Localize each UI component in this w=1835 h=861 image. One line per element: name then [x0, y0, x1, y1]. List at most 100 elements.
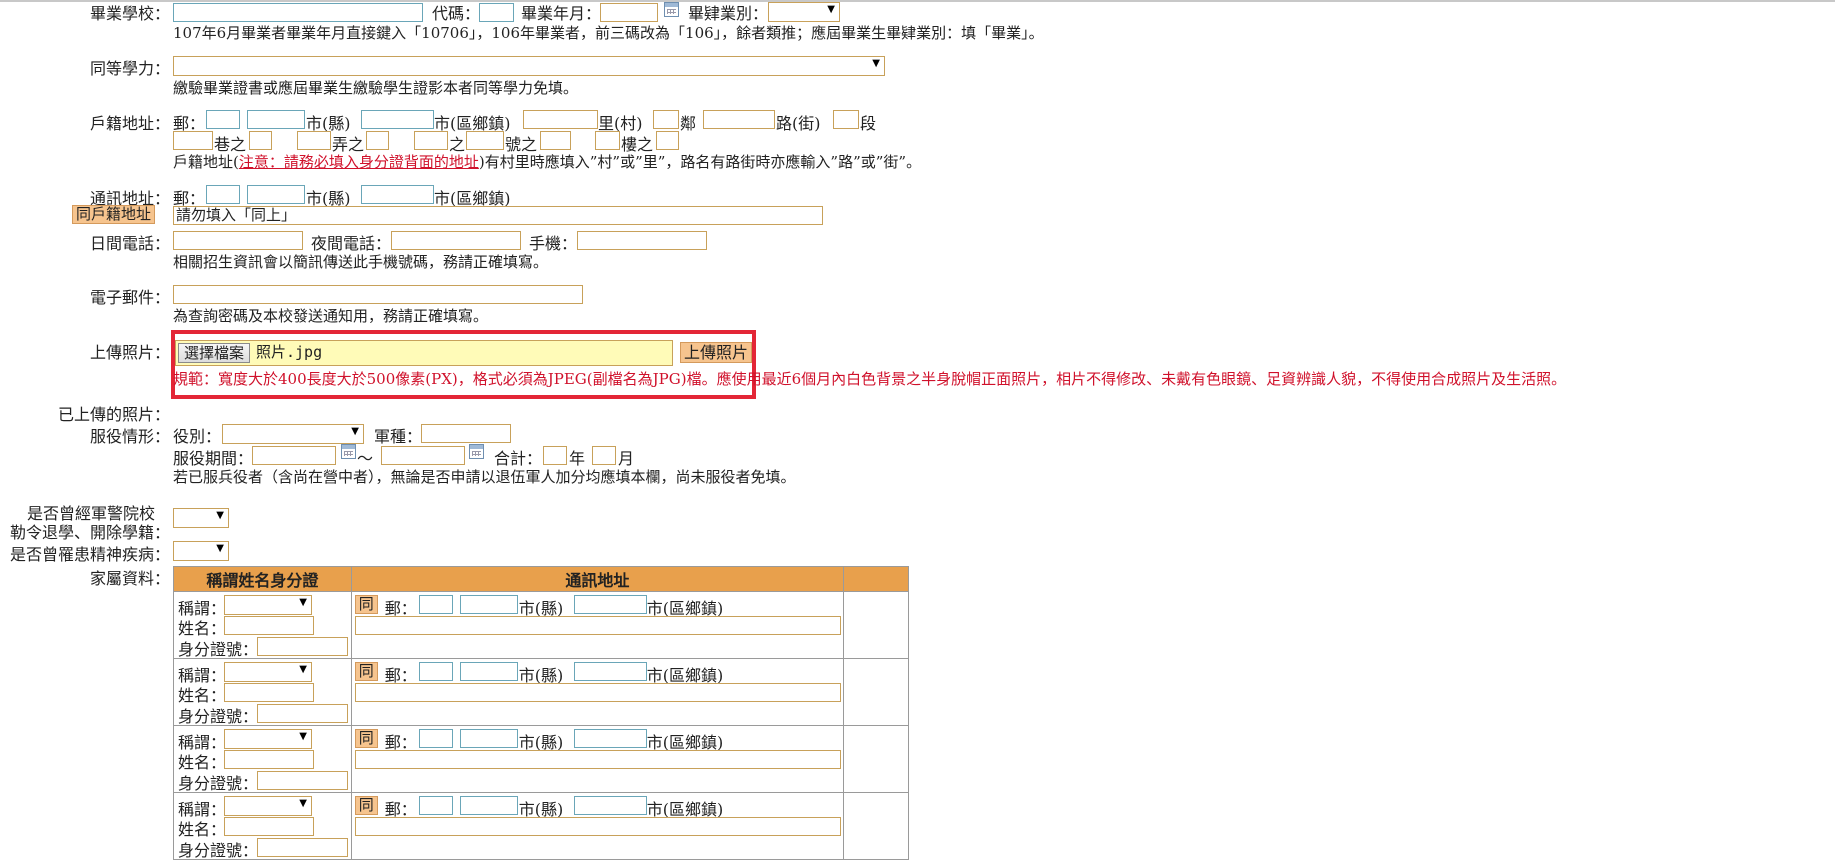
- table-row: 稱謂： ▼ 姓名： 身分證號： 同 郵： 市(縣) 市(區鄉鎮): [173, 792, 909, 860]
- family-extra-cell: [843, 792, 909, 860]
- section-input[interactable]: [833, 110, 859, 129]
- service-end-input[interactable]: [381, 446, 465, 465]
- id-label: 身分證號：: [178, 841, 259, 860]
- relation-select[interactable]: ▼: [224, 729, 312, 749]
- column-header-extra: [843, 566, 909, 592]
- family-city-input[interactable]: [459, 729, 518, 748]
- same-as-household-button[interactable]: 同戶籍地址: [72, 205, 156, 224]
- family-city-input[interactable]: [459, 796, 518, 815]
- chevron-down-icon: ▼: [872, 58, 880, 69]
- id-input[interactable]: [257, 704, 348, 723]
- name-input[interactable]: [224, 817, 314, 836]
- family-member-cell: 稱謂： ▼ 姓名： 身分證號：: [174, 592, 351, 659]
- family-address-input[interactable]: [354, 683, 841, 702]
- night-phone-input[interactable]: [391, 231, 521, 250]
- number-input[interactable]: [414, 131, 448, 150]
- family-city-input[interactable]: [459, 662, 518, 681]
- family-member-cell: 稱謂： ▼ 姓名： 身分證號：: [174, 659, 351, 726]
- mailing-address-input[interactable]: 請勿填入「同上」: [173, 206, 823, 225]
- equivalent-select[interactable]: ▼: [173, 56, 885, 76]
- floor-input[interactable]: [540, 131, 571, 150]
- family-district-input[interactable]: [573, 662, 647, 681]
- total-years-input[interactable]: [543, 446, 567, 465]
- upload-photo-button[interactable]: 上傳照片: [680, 342, 753, 363]
- household-zip-input[interactable]: [206, 110, 240, 129]
- family-address-input[interactable]: [354, 616, 841, 635]
- uploaded-photo-label: 已上傳的照片：: [57, 405, 170, 424]
- family-district-input[interactable]: [573, 595, 647, 614]
- family-zip-input[interactable]: [418, 729, 453, 748]
- same-address-button[interactable]: 同: [354, 796, 378, 815]
- chevron-down-icon: ▼: [299, 798, 307, 809]
- household-district-input[interactable]: [361, 110, 434, 129]
- family-address-input[interactable]: [354, 750, 841, 769]
- email-label: 電子郵件：: [89, 288, 170, 307]
- family-zip-input[interactable]: [418, 595, 453, 614]
- mental-illness-select[interactable]: ▼: [173, 541, 229, 561]
- relation-select[interactable]: ▼: [224, 595, 312, 615]
- same-address-button[interactable]: 同: [354, 662, 378, 681]
- family-district-input[interactable]: [573, 729, 647, 748]
- id-input[interactable]: [257, 771, 348, 790]
- same-address-button[interactable]: 同: [354, 595, 378, 614]
- family-zip-input[interactable]: [418, 796, 453, 815]
- lane-sub-input[interactable]: [249, 131, 272, 150]
- selected-file-name: 照片.jpg: [256, 343, 323, 361]
- service-start-input[interactable]: [252, 446, 336, 465]
- day-phone-label: 日間電話：: [89, 234, 170, 253]
- table-row: 稱謂： ▼ 姓名： 身分證號： 同 郵： 市(縣) 市(區鄉鎮): [173, 725, 909, 793]
- neighbor-input[interactable]: [653, 110, 679, 129]
- total-months-input[interactable]: [592, 446, 616, 465]
- family-extra-cell: [843, 658, 909, 726]
- floor-sub-input[interactable]: [656, 131, 679, 150]
- military-category-select[interactable]: ▼: [222, 424, 364, 444]
- family-label: 家屬資料：: [89, 569, 170, 588]
- floor-main-input[interactable]: [595, 131, 620, 150]
- school-input[interactable]: [173, 3, 423, 22]
- mailing-district-input[interactable]: [361, 185, 434, 204]
- day-phone-input[interactable]: [173, 231, 303, 250]
- number-sub-input[interactable]: [466, 131, 504, 150]
- photo-rule-note: 規範：寬度大於400長度大於500像素(PX)，格式必須為JPEG(副檔名為JP…: [173, 370, 1567, 388]
- photo-label: 上傳照片：: [89, 343, 170, 362]
- graduation-date-input[interactable]: [600, 3, 658, 22]
- id-input[interactable]: [257, 637, 348, 656]
- same-address-button[interactable]: 同: [354, 729, 378, 748]
- mailing-zip-input[interactable]: [206, 185, 240, 204]
- relation-select[interactable]: ▼: [224, 662, 312, 682]
- military-branch-input[interactable]: [421, 424, 511, 443]
- name-input[interactable]: [224, 750, 314, 769]
- village-input[interactable]: [523, 110, 598, 129]
- calendar-icon[interactable]: [664, 2, 679, 17]
- expelled-select[interactable]: ▼: [173, 508, 229, 528]
- email-field[interactable]: [173, 285, 583, 304]
- name-input[interactable]: [224, 616, 314, 635]
- family-table-header: 稱謂姓名身分證 通訊地址: [173, 566, 909, 592]
- family-address-input[interactable]: [354, 817, 841, 836]
- relation-select[interactable]: ▼: [224, 796, 312, 816]
- id-label: 身分證號：: [178, 640, 259, 659]
- family-zip-input[interactable]: [418, 662, 453, 681]
- calendar-icon[interactable]: [341, 444, 356, 459]
- household-warning[interactable]: 注意：請務必填入身分證背面的地址: [239, 153, 479, 171]
- code-input[interactable]: [479, 3, 514, 22]
- file-chooser[interactable]: 選擇檔案 照片.jpg: [175, 340, 673, 366]
- family-district-input[interactable]: [573, 796, 647, 815]
- alley-input[interactable]: [297, 131, 331, 150]
- id-input[interactable]: [257, 838, 348, 857]
- family-member-cell: 稱謂： ▼ 姓名： 身分證號：: [174, 726, 351, 793]
- alley-sub-input[interactable]: [366, 131, 389, 150]
- mobile-input[interactable]: [577, 231, 707, 250]
- name-input[interactable]: [224, 683, 314, 702]
- graduation-type-label: 畢肄業別：: [688, 4, 769, 23]
- calendar-icon[interactable]: [469, 444, 484, 459]
- mailing-city-input[interactable]: [247, 185, 305, 204]
- household-city-input[interactable]: [247, 110, 305, 129]
- family-extra-cell: [843, 591, 909, 659]
- lane-input[interactable]: [173, 131, 213, 150]
- road-input[interactable]: [703, 110, 775, 129]
- chevron-down-icon: ▼: [827, 4, 835, 15]
- choose-file-button[interactable]: 選擇檔案: [178, 343, 251, 363]
- graduation-type-select[interactable]: ▼: [768, 2, 840, 22]
- family-city-input[interactable]: [459, 595, 518, 614]
